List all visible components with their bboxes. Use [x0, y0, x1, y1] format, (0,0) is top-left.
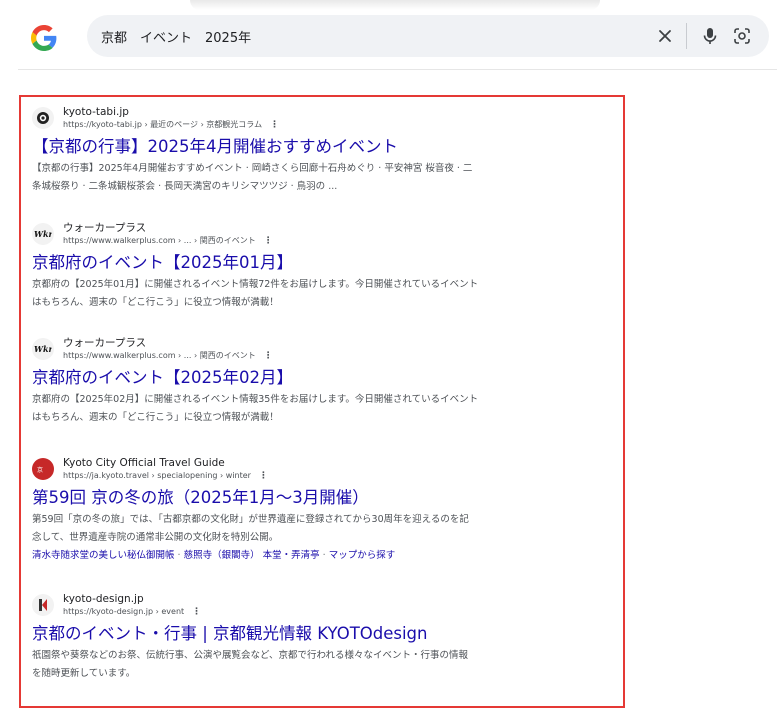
- result-title-link[interactable]: 京都のイベント・行事 | 京都観光情報 KYOTOdesign: [32, 623, 572, 645]
- result-source[interactable]: Wkr ウォーカープラス https://www.walkerplus.com …: [32, 334, 572, 364]
- result-snippet: 京都府の【2025年01月】に開催されるイベント情報72件をお届けします。今日開…: [32, 276, 572, 312]
- microphone-icon[interactable]: [699, 25, 721, 47]
- result-source[interactable]: 京 Kyoto City Official Travel Guide https…: [32, 454, 572, 484]
- snippet-line: 京都府の【2025年01月】に開催されるイベント情報72件をお届けします。今日開…: [32, 279, 479, 290]
- more-vertical-icon[interactable]: ⋮: [270, 120, 279, 131]
- snippet-line: 念して、世界遺産寺院の通常非公開の文化財を特別公開。: [32, 532, 279, 543]
- search-result: kyoto-tabi.jp https://kyoto-tabi.jp › 最近…: [32, 103, 572, 196]
- result-title-link[interactable]: 【京都の行事】2025年4月開催おすすめイベント: [32, 136, 572, 158]
- result-source[interactable]: Wkr ウォーカープラス https://www.walkerplus.com …: [32, 219, 572, 249]
- favicon-icon: [32, 594, 54, 616]
- sitelink[interactable]: 慈照寺（銀閣寺） 本堂・弄清亭: [184, 550, 320, 561]
- snippet-line: 京都府の【2025年02月】に開催されるイベント情報35件をお届けします。今日開…: [32, 394, 479, 405]
- svg-text:Wkr: Wkr: [34, 344, 52, 354]
- result-source[interactable]: kyoto-design.jp https://kyoto-design.jp …: [32, 590, 572, 620]
- more-vertical-icon[interactable]: ⋮: [264, 351, 273, 362]
- search-box[interactable]: 京都 イベント 2025年: [87, 15, 769, 57]
- site-name: ウォーカープラス: [63, 336, 147, 349]
- result-title-link[interactable]: 京都府のイベント【2025年02月】: [32, 367, 572, 389]
- search-header: 京都 イベント 2025年: [0, 0, 777, 70]
- favicon-icon: [32, 107, 54, 129]
- site-name: kyoto-tabi.jp: [63, 105, 129, 118]
- snippet-line: を随時更新しています。: [32, 668, 136, 679]
- snippet-line: 第59回「京の冬の旅」では、「古都京都の文化財」が世界遺産に登録されてから30周…: [32, 514, 469, 525]
- google-logo[interactable]: [31, 25, 57, 51]
- result-snippet: 祇園祭や葵祭などのお祭、伝統行事、公演や展覧会など、京都で行われる様々なイベント…: [32, 647, 572, 683]
- search-divider: [686, 23, 687, 49]
- more-vertical-icon[interactable]: ⋮: [259, 471, 268, 482]
- sitelink[interactable]: マップから探す: [329, 550, 396, 561]
- search-result: Wkr ウォーカープラス https://www.walkerplus.com …: [32, 219, 572, 312]
- site-url: https://www.walkerplus.com › ... › 関西のイベ…: [63, 350, 256, 360]
- site-name: kyoto-design.jp: [63, 592, 144, 605]
- favicon-icon: Wkr: [32, 223, 54, 245]
- sitelinks: 清水寺随求堂の美しい秘仏御開帳 · 慈照寺（銀閣寺） 本堂・弄清亭 · マップか…: [32, 550, 396, 561]
- favicon-icon: Wkr: [32, 338, 54, 360]
- header-divider: [18, 69, 777, 70]
- lens-icon[interactable]: [731, 25, 753, 47]
- more-vertical-icon[interactable]: ⋮: [264, 236, 273, 247]
- favicon-icon: 京: [32, 458, 54, 480]
- result-snippet: 京都府の【2025年02月】に開催されるイベント情報35件をお届けします。今日開…: [32, 391, 572, 427]
- snippet-line: 【京都の行事】2025年4月開催おすすめイベント · 岡崎さくら回廊十石舟めぐり…: [32, 163, 473, 174]
- snippet-line: 祇園祭や葵祭などのお祭、伝統行事、公演や展覧会など、京都で行われる様々なイベント…: [32, 650, 469, 661]
- snippet-line: 条城桜祭り · 二条城観桜茶会 · 長岡天満宮のキリシマツツジ · 鳥羽の ..…: [32, 181, 338, 192]
- svg-text:Wkr: Wkr: [34, 229, 52, 239]
- result-title-link[interactable]: 第59回 京の冬の旅（2025年1月～3月開催）: [32, 487, 572, 509]
- search-result: kyoto-design.jp https://kyoto-design.jp …: [32, 590, 572, 683]
- header-shadow: [190, 0, 600, 10]
- site-url: https://www.walkerplus.com › ... › 関西のイベ…: [63, 235, 256, 245]
- site-name: Kyoto City Official Travel Guide: [63, 456, 225, 469]
- snippet-line: はもちろん、週末の「どこ行こう」に役立つ情報が満載！: [32, 412, 279, 423]
- search-result: Wkr ウォーカープラス https://www.walkerplus.com …: [32, 334, 572, 427]
- result-snippet: 第59回「京の冬の旅」では、「古都京都の文化財」が世界遺産に登録されてから30周…: [32, 511, 572, 547]
- more-vertical-icon[interactable]: ⋮: [192, 607, 201, 618]
- svg-text:京: 京: [37, 466, 43, 474]
- site-name: ウォーカープラス: [63, 221, 147, 234]
- sitelink[interactable]: 清水寺随求堂の美しい秘仏御開帳: [32, 550, 175, 561]
- site-url: https://ja.kyoto.travel › specialopening…: [63, 470, 251, 480]
- snippet-line: はもちろん、週末の「どこ行こう」に役立つ情報が満載！: [32, 297, 279, 308]
- site-url: https://kyoto-tabi.jp › 最近のページ › 京都観光コラム: [63, 119, 263, 129]
- close-icon[interactable]: [654, 25, 676, 47]
- search-result: 京 Kyoto City Official Travel Guide https…: [32, 454, 572, 565]
- site-url: https://kyoto-design.jp › event: [63, 606, 185, 616]
- result-snippet: 【京都の行事】2025年4月開催おすすめイベント · 岡崎さくら回廊十石舟めぐり…: [32, 160, 572, 196]
- result-title-link[interactable]: 京都府のイベント【2025年01月】: [32, 252, 572, 274]
- search-input[interactable]: 京都 イベント 2025年: [101, 27, 654, 46]
- result-source[interactable]: kyoto-tabi.jp https://kyoto-tabi.jp › 最近…: [32, 103, 572, 133]
